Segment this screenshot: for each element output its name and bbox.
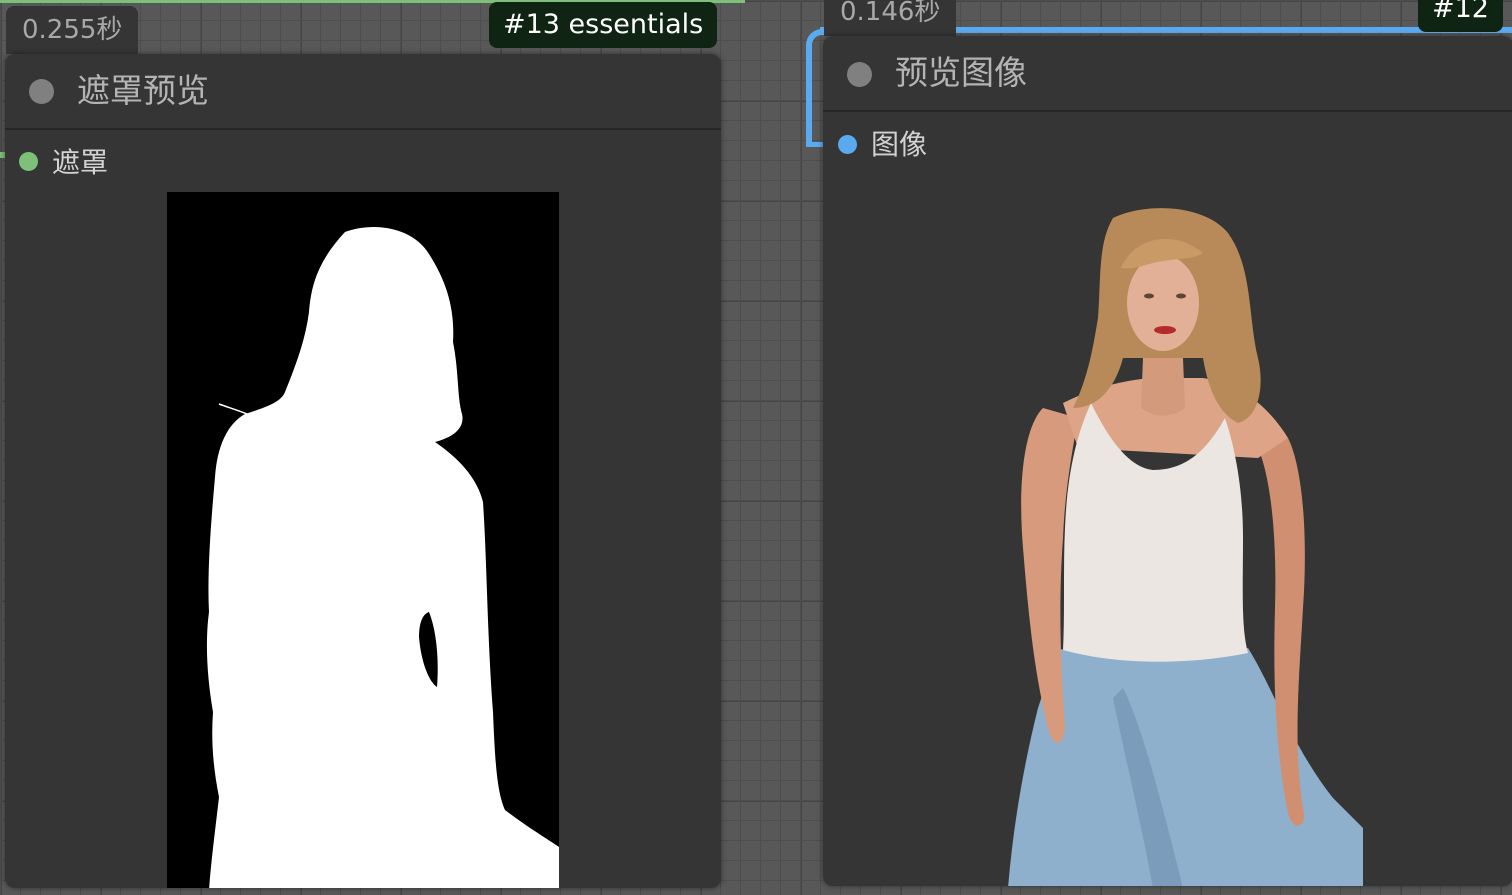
- right-node-timing-text: 0.146秒: [840, 0, 941, 27]
- input-slot-label: 遮罩: [52, 146, 109, 179]
- node-title: 遮罩预览: [77, 71, 209, 110]
- left-node-timing-text: 0.255秒: [22, 15, 123, 45]
- right-node-id-badge: #12: [1418, 0, 1503, 32]
- left-node-timing-badge: 0.255秒: [6, 6, 139, 54]
- preview-photo: [1003, 208, 1373, 886]
- mask-preview-node[interactable]: 遮罩预览 遮罩: [5, 54, 721, 888]
- input-slot-dot[interactable]: [19, 152, 38, 171]
- node-title: 预览图像: [895, 53, 1027, 92]
- node-graph-canvas[interactable]: 0.255秒 #13 essentials 遮罩预览 遮罩 0.146秒 #12…: [0, 0, 1512, 895]
- collapse-toggle-icon[interactable]: [29, 79, 54, 104]
- preview-image-node[interactable]: 预览图像 图像: [823, 36, 1512, 886]
- mask-preview-node-header[interactable]: 遮罩预览: [5, 54, 721, 130]
- right-node-id-text: #12: [1432, 0, 1489, 24]
- left-node-id-text: #13 essentials: [503, 9, 704, 40]
- right-node-timing-badge: 0.146秒: [824, 0, 957, 36]
- preview-image-node-header[interactable]: 预览图像: [823, 36, 1512, 112]
- mask-silhouette: [206, 227, 559, 888]
- left-node-id-badge: #13 essentials: [489, 2, 718, 48]
- person-photo-illustration: [1008, 208, 1363, 886]
- collapse-toggle-icon[interactable]: [847, 62, 872, 87]
- input-slot-dot[interactable]: [838, 135, 857, 154]
- mask-preview-image: [167, 192, 559, 888]
- input-slot-label: 图像: [871, 128, 928, 161]
